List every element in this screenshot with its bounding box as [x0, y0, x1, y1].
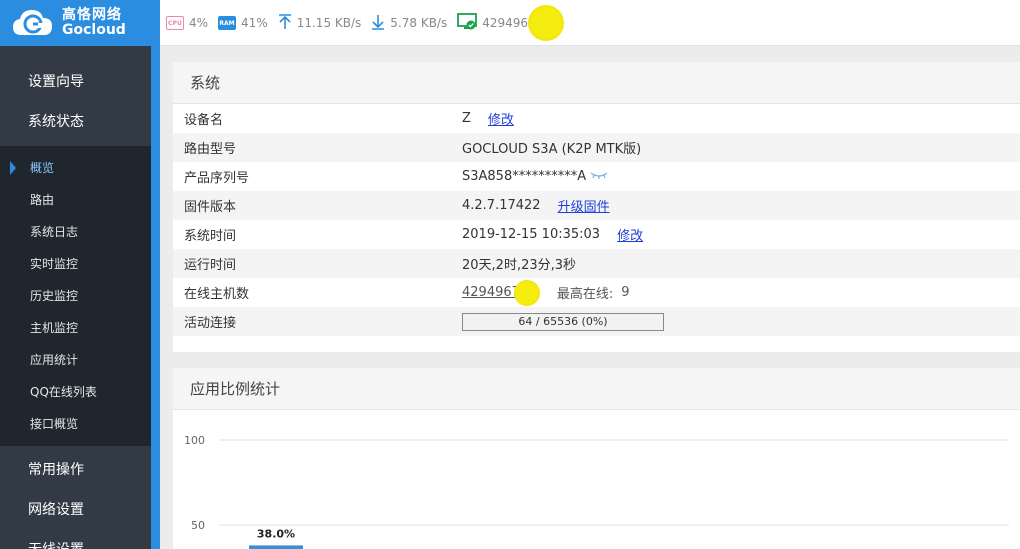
sidebar-item-realtime-monitor[interactable]: 实时监控: [0, 248, 151, 280]
upload-stat: 11.15 KB/s: [278, 13, 362, 33]
ram-icon: RAM: [218, 16, 237, 30]
ram-usage: 41%: [241, 16, 268, 30]
sidebar-item-history-monitor[interactable]: 历史监控: [0, 280, 151, 312]
firmware-label: 固件版本: [184, 200, 237, 215]
y-tick-label: 50: [191, 519, 205, 532]
redaction-mark: [527, 5, 564, 41]
edit-system-time-link[interactable]: 修改: [617, 225, 643, 244]
redaction-mark: [513, 279, 540, 306]
cpu-stat: CPU 4%: [166, 16, 208, 30]
model-value: GOCLOUD S3A (K2P MTK版): [462, 142, 642, 157]
brand-logo[interactable]: 高恪网络 Gocloud: [0, 0, 160, 46]
cpu-icon: CPU: [166, 16, 184, 30]
system-panel-title: 系统: [173, 62, 1020, 104]
system-panel: 系统 设备名 Z 修改 路由型号 GOCLOUD S3A (K2P MTK版) …: [173, 62, 1020, 352]
top-bar: 高恪网络 Gocloud CPU 4% RAM 41% 11.15 KB/s 5…: [0, 0, 1020, 46]
device-name-value: Z: [462, 111, 471, 126]
ram-stat: RAM 41%: [218, 16, 268, 30]
sidebar-item-setup-wizard[interactable]: 设置向导: [0, 62, 151, 102]
download-stat: 5.78 KB/s: [371, 14, 447, 33]
eye-closed-icon[interactable]: [590, 171, 608, 182]
table-row: 路由型号 GOCLOUD S3A (K2P MTK版): [173, 133, 1020, 162]
system-info-table: 设备名 Z 修改 路由型号 GOCLOUD S3A (K2P MTK版) 产品序…: [173, 104, 1020, 336]
serial-label: 产品序列号: [184, 171, 250, 186]
table-row: 固件版本 4.2.7.17422 升级固件: [173, 191, 1020, 220]
download-speed: 5.78 KB/s: [390, 16, 448, 30]
connections-progress-bar: 64 / 65536 (0%): [462, 312, 664, 331]
chart-data-label: 38.0%: [257, 527, 295, 540]
app-stats-panel: 应用比例统计 100 50 38.0%: [173, 368, 1020, 549]
status-stats: CPU 4% RAM 41% 11.15 KB/s 5.78 KB/s 4294…: [166, 0, 574, 46]
max-online-label: 最高在线:: [556, 287, 614, 302]
max-online-value: 9: [621, 285, 630, 300]
chart-bar[interactable]: [249, 545, 303, 549]
sidebar-accent-strip: [151, 46, 160, 549]
monitor-check-icon: [457, 12, 478, 34]
system-time-value: 2019-12-15 10:35:03: [462, 227, 601, 242]
cpu-usage: 4%: [189, 16, 209, 30]
upgrade-firmware-link[interactable]: 升级固件: [558, 196, 610, 215]
brand-name-en: Gocloud: [62, 22, 126, 38]
table-row: 活动连接 64 / 65536 (0%): [173, 307, 1020, 336]
hosts-stat: 4294967: [457, 5, 564, 41]
sidebar: 设置向导 系统状态 概览 路由 系统日志 实时监控 历史监控 主机监控 应用统计…: [0, 46, 151, 549]
sidebar-item-host-monitor[interactable]: 主机监控: [0, 312, 151, 344]
app-stats-title: 应用比例统计: [173, 368, 1020, 410]
upload-arrow-icon: [278, 13, 292, 33]
sidebar-item-interface-overview[interactable]: 接口概览: [0, 408, 151, 440]
sidebar-item-app-stats[interactable]: 应用统计: [0, 344, 151, 376]
model-label: 路由型号: [184, 142, 237, 157]
sidebar-item-route[interactable]: 路由: [0, 184, 151, 216]
table-row: 设备名 Z 修改: [173, 104, 1020, 133]
sidebar-item-qq-online[interactable]: QQ在线列表: [0, 376, 151, 408]
system-status-submenu: 概览 路由 系统日志 实时监控 历史监控 主机监控 应用统计 QQ在线列表 接口…: [0, 146, 151, 446]
brand-name-cn: 高恪网络: [62, 7, 122, 23]
serial-value: S3A858**********A: [462, 169, 587, 184]
uptime-value: 20天,2时,23分,3秒: [462, 258, 577, 273]
app-ratio-chart: 100 50 38.0%: [184, 434, 1009, 549]
online-hosts-link[interactable]: 4294967: [462, 285, 520, 300]
table-row: 运行时间 20天,2时,23分,3秒: [173, 249, 1020, 278]
table-row: 系统时间 2019-12-15 10:35:03 修改: [173, 220, 1020, 249]
upload-speed: 11.15 KB/s: [296, 16, 362, 30]
online-hosts-label: 在线主机数: [184, 287, 250, 302]
sidebar-item-wireless-settings[interactable]: 无线设置: [0, 530, 151, 549]
edit-device-name-link[interactable]: 修改: [488, 109, 514, 128]
sidebar-item-system-status[interactable]: 系统状态: [0, 102, 151, 142]
table-row: 产品序列号 S3A858**********A: [173, 162, 1020, 191]
table-row: 在线主机数 4294967 最高在线: 9: [173, 278, 1020, 307]
sidebar-item-system-log[interactable]: 系统日志: [0, 216, 151, 248]
sidebar-item-overview[interactable]: 概览: [0, 152, 151, 184]
sidebar-item-common-ops[interactable]: 常用操作: [0, 450, 151, 490]
sidebar-item-network-settings[interactable]: 网络设置: [0, 490, 151, 530]
system-time-label: 系统时间: [184, 229, 237, 244]
cloud-logo-icon: [12, 7, 54, 39]
connections-label: 活动连接: [184, 316, 237, 331]
uptime-label: 运行时间: [184, 258, 237, 273]
firmware-value: 4.2.7.17422: [462, 198, 541, 213]
y-tick-label: 100: [184, 434, 205, 447]
device-name-label: 设备名: [184, 113, 224, 128]
download-arrow-icon: [371, 14, 385, 33]
